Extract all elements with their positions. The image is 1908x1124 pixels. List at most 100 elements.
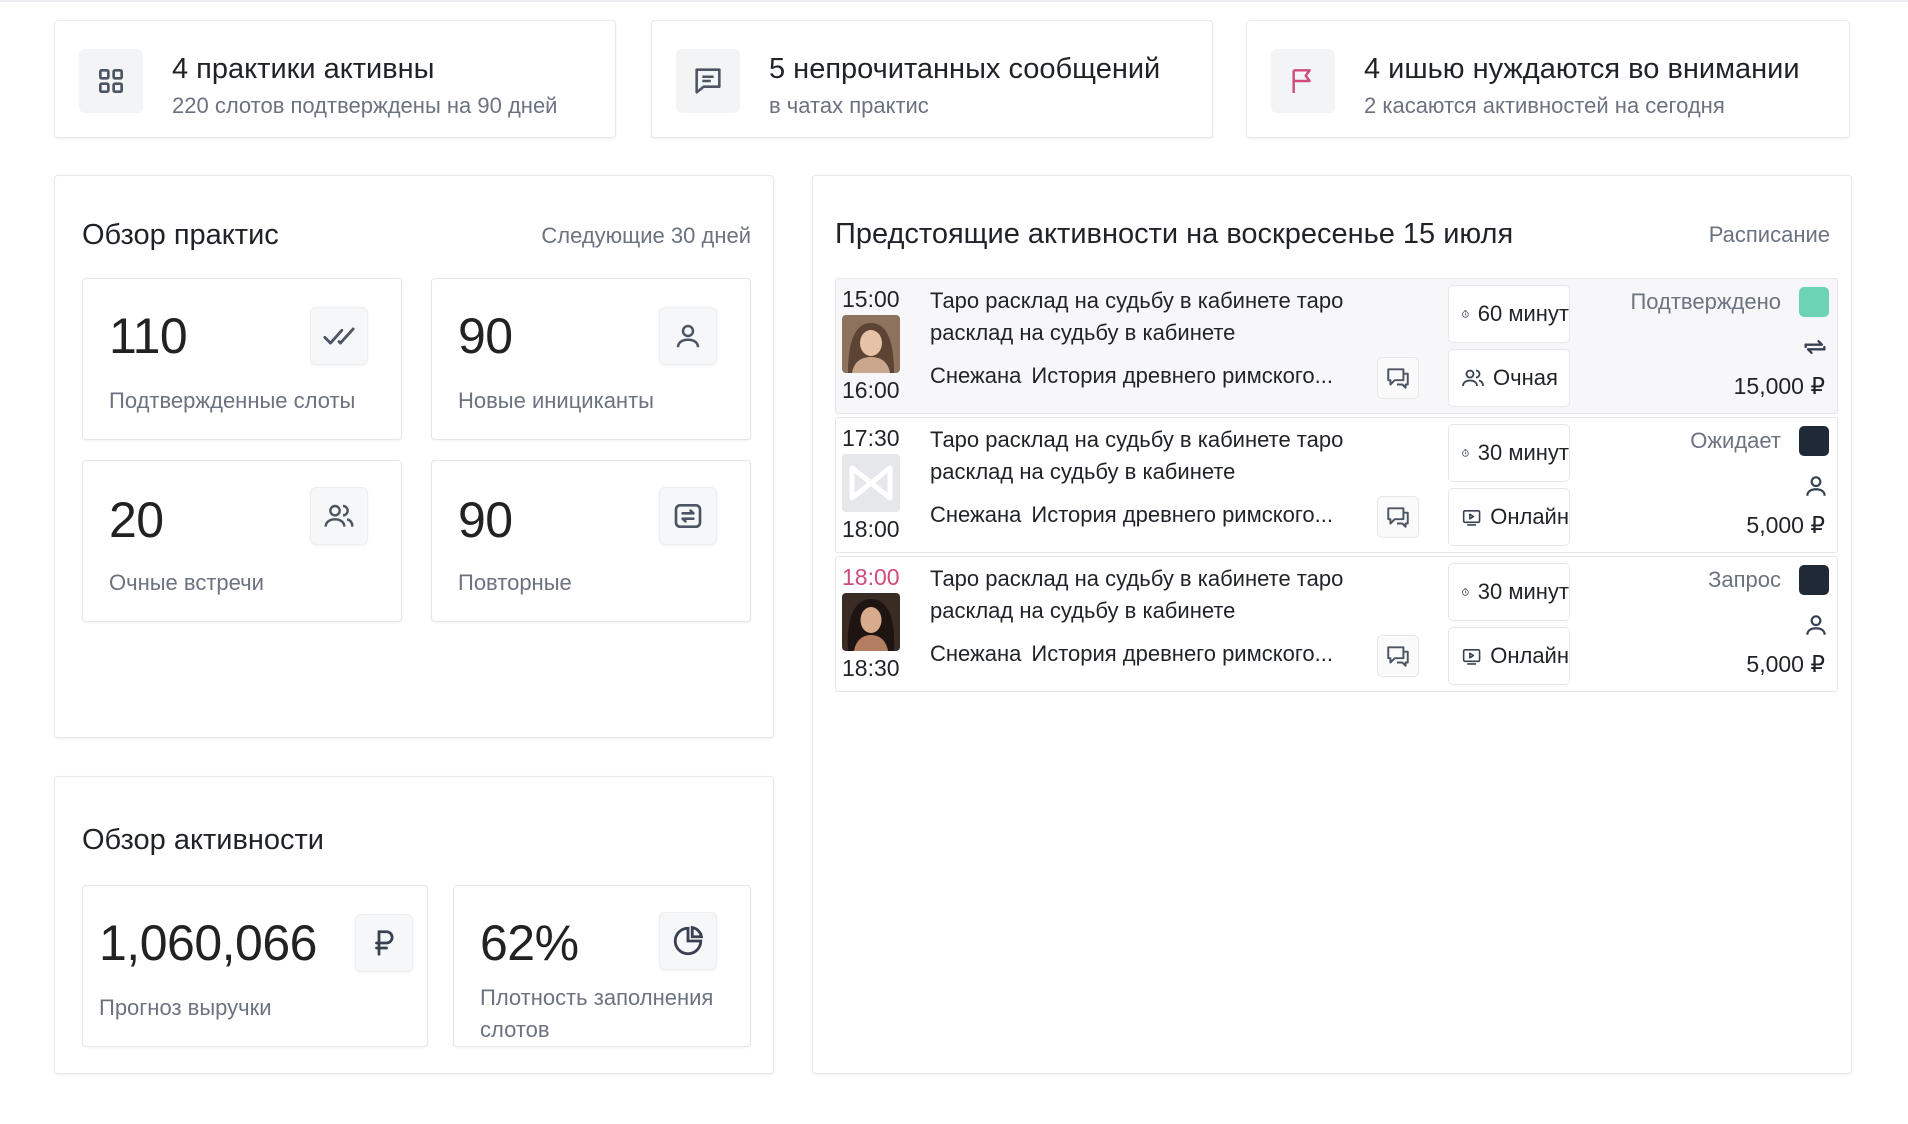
activity-meta: Снежана История древнего римского... [930,502,1333,528]
metric-label: Подтвержденные слоты [109,388,356,413]
repeat-icon [659,487,717,545]
format-label: Онлайн [1490,643,1569,668]
end-time: 18:30 [842,655,900,681]
activity-row[interactable]: 15:00 16:00 Таро расклад на судьбу в каб… [835,278,1838,414]
format-label: Очная [1493,365,1558,390]
stat-subtitle: 2 касаются активностей на сегодня [1364,93,1725,118]
user-icon [1803,472,1829,505]
repeat-icon [1801,333,1829,366]
duration-label: 30 минут [1477,440,1569,465]
duration-label: 60 минут [1477,301,1569,326]
activity-title[interactable]: Таро расклад на судьбу в кабинете таро р… [930,424,1400,488]
activity-row[interactable]: 18:00 18:30 Таро расклад на судьбу в каб… [835,556,1838,692]
metric-card-in-person[interactable]: 20 Очные встречи [82,460,402,622]
panel-title: Обзор практис [82,219,279,251]
top-divider [0,0,1908,2]
chat-icon [1387,368,1409,389]
activity-row[interactable]: 17:30 18:00 Таро расклад на судьбу в каб… [835,417,1838,553]
video-icon [1462,510,1481,526]
metric-card-new-initiates[interactable]: 90 Новые инициканты [431,278,751,440]
host-name: Снежана [930,641,1022,666]
duration-chip: 30 минут [1448,563,1570,621]
chat-button[interactable] [1377,635,1419,677]
timer-icon [1462,587,1469,596]
activity-title[interactable]: Таро расклад на судьбу в кабинете таро р… [930,563,1400,627]
activity-meta: Снежана История древнего римского... [930,363,1333,389]
metric-value: 110 [109,308,188,364]
panel-title: Предстоящие активности на воскресенье 15… [835,218,1514,250]
format-chip: Онлайн [1448,488,1570,546]
metric-label: Очные встречи [109,570,264,595]
metric-label: Плотность заполнения слотов [480,985,714,1042]
stat-card-messages[interactable]: 5 непрочитанных сообщений в чатах практи… [651,20,1213,138]
metric-card-repeat[interactable]: 90 Повторные [431,460,751,622]
ruble-icon [355,914,413,972]
users-icon [310,487,368,545]
chat-icon [1387,507,1409,528]
avatar [842,315,900,373]
chat-button[interactable] [1377,496,1419,538]
price: 15,000 ₽ [1733,373,1825,399]
status-badge [1799,426,1829,456]
start-time: 17:30 [842,425,900,451]
placeholder-avatar-icon [842,454,900,512]
grid-icon [79,49,143,113]
price: 5,000 ₽ [1746,512,1825,538]
user-icon [659,307,717,365]
period-label: Следующие 30 дней [541,223,751,248]
metric-card-revenue[interactable]: 1,060,066 Прогноз выручки [82,885,428,1047]
double-check-icon [310,307,368,365]
activity-topic: История древнего римского... [1031,641,1333,666]
stat-subtitle: в чатах практис [769,93,929,118]
status-label: Запрос [1708,567,1781,592]
message-icon [676,49,740,113]
end-time: 18:00 [842,516,900,542]
practice-overview-panel: Обзор практис Следующие 30 дней 110 Подт… [54,175,774,738]
format-label: Онлайн [1490,504,1569,529]
price: 5,000 ₽ [1746,651,1825,677]
timer-icon [1462,309,1469,318]
duration-label: 30 минут [1477,579,1569,604]
activity-overview-panel: Обзор активности 1,060,066 Прогноз выруч… [54,776,774,1074]
metric-card-confirmed[interactable]: 110 Подтвержденные слоты [82,278,402,440]
metric-value: 62% [480,915,579,971]
user-icon [1803,611,1829,644]
panel-title: Обзор активности [82,824,324,856]
host-name: Снежана [930,363,1022,388]
flag-icon [1271,49,1335,113]
activity-topic: История древнего римского... [1031,363,1333,388]
schedule-link[interactable]: Расписание [1709,222,1830,248]
video-icon [1462,649,1481,665]
timer-icon [1462,448,1469,457]
activity-meta: Снежана История древнего римского... [930,641,1333,667]
chat-icon [1387,646,1409,667]
chat-button[interactable] [1377,357,1419,399]
users-icon [1462,369,1484,387]
stat-card-practices[interactable]: 4 практики активны 220 слотов подтвержде… [54,20,616,138]
format-chip: Онлайн [1448,627,1570,685]
avatar [842,593,900,651]
host-name: Снежана [930,502,1022,527]
stat-subtitle: 220 слотов подтверждены на 90 дней [172,93,558,118]
metric-label: Прогноз выручки [99,995,272,1020]
stat-title: 5 непрочитанных сообщений [769,53,1161,85]
status-badge [1799,287,1829,317]
metric-value: 1,060,066 [99,915,317,971]
activity-topic: История древнего римского... [1031,502,1333,527]
duration-chip: 60 минут [1448,285,1570,343]
format-chip: Очная [1448,349,1570,407]
stat-card-issues[interactable]: 4 ишью нуждаются во внимании 2 касаются … [1246,20,1850,138]
end-time: 16:00 [842,377,900,403]
metric-card-density[interactable]: 62% Плотность заполнения слотов [453,885,751,1047]
start-time: 18:00 [842,564,900,590]
activity-title[interactable]: Таро расклад на судьбу в кабинете таро р… [930,285,1400,349]
metric-label: Повторные [458,570,572,595]
metric-value: 90 [458,492,513,548]
status-label: Ожидает [1690,428,1781,453]
duration-chip: 30 минут [1448,424,1570,482]
pie-chart-icon [659,912,717,970]
stat-title: 4 практики активны [172,53,435,85]
status-label: Подтверждено [1630,289,1781,314]
metric-label: Новые инициканты [458,388,654,413]
status-badge [1799,565,1829,595]
